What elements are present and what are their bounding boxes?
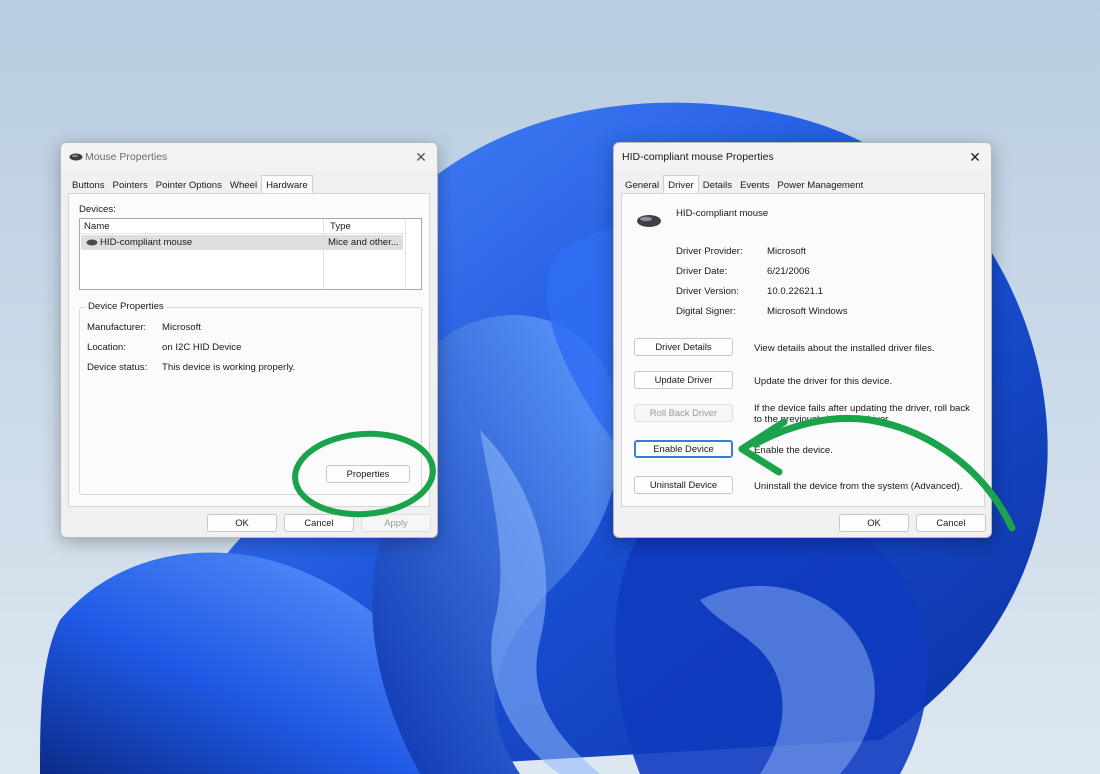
device-type: Mice and other... — [328, 237, 399, 248]
driver-version-value: 10.0.22621.1 — [767, 286, 824, 297]
apply-button[interactable]: Apply — [361, 514, 431, 532]
devices-list[interactable]: Name Type HID-compliant mouse Mice and o… — [79, 218, 422, 290]
digital-signer-value: Microsoft Windows — [767, 306, 848, 317]
device-properties-group: Device Properties Manufacturer: Microsof… — [79, 301, 422, 495]
device-name: HID-compliant mouse — [100, 237, 193, 248]
close-button[interactable]: ✕ — [411, 147, 431, 167]
mouse-dialog-titlebar[interactable]: Mouse Properties ✕ — [61, 143, 437, 171]
list-header: Name Type — [80, 219, 405, 234]
digital-signer-label: Digital Signer: — [676, 306, 736, 317]
devices-label: Devices: — [79, 204, 116, 215]
close-button[interactable]: ✕ — [965, 147, 985, 167]
enable-device-description: Enable the device. — [754, 445, 833, 456]
manufacturer-label: Manufacturer: — [87, 322, 147, 333]
roll-back-description-line2: to the previously installed driver. — [754, 414, 891, 425]
uninstall-device-button[interactable]: Uninstall Device — [634, 476, 733, 494]
column-divider — [323, 219, 324, 289]
dialog-title: Mouse Properties — [85, 151, 168, 163]
mouse-icon — [69, 153, 83, 161]
cancel-button[interactable]: Cancel — [916, 514, 986, 532]
column-type[interactable]: Type — [330, 221, 351, 232]
driver-date-value: 6/21/2006 — [767, 266, 810, 277]
driver-details-description: View details about the installed driver … — [754, 343, 935, 354]
driver-date-label: Driver Date: — [676, 266, 728, 277]
tab-hardware[interactable]: Hardware — [261, 175, 313, 195]
dialog-title: HID-compliant mouse Properties — [622, 151, 774, 163]
driver-provider-label: Driver Provider: — [676, 246, 743, 257]
manufacturer-value: Microsoft — [162, 322, 201, 333]
driver-provider-value: Microsoft — [767, 246, 806, 257]
uninstall-device-description: Uninstall the device from the system (Ad… — [754, 481, 963, 492]
column-name[interactable]: Name — [84, 221, 110, 232]
mouse-properties-dialog: Mouse Properties ✕ Buttons Pointers Poin… — [60, 142, 438, 538]
properties-button[interactable]: Properties — [326, 465, 410, 483]
hid-mouse-properties-dialog: HID-compliant mouse Properties ✕ General… — [613, 142, 992, 538]
cancel-button[interactable]: Cancel — [284, 514, 354, 532]
hid-dialog-titlebar[interactable]: HID-compliant mouse Properties ✕ — [614, 143, 991, 171]
ok-button[interactable]: OK — [839, 514, 909, 532]
mouse-icon — [637, 215, 661, 227]
roll-back-description-line1: If the device fails after updating the d… — [754, 403, 970, 414]
location-value: on I2C HID Device — [162, 342, 242, 353]
device-status-value: This device is working properly. — [162, 362, 296, 373]
device-status-label: Device status: — [87, 362, 148, 373]
ok-button[interactable]: OK — [207, 514, 277, 532]
column-divider — [405, 219, 406, 289]
tab-driver[interactable]: Driver — [663, 175, 699, 195]
driver-details-button[interactable]: Driver Details — [634, 338, 733, 356]
driver-tab-panel: HID-compliant mouse Driver Provider: Mic… — [621, 193, 985, 507]
location-label: Location: — [87, 342, 126, 353]
mouse-icon — [86, 239, 98, 246]
roll-back-driver-button[interactable]: Roll Back Driver — [634, 404, 733, 422]
enable-device-button[interactable]: Enable Device — [634, 440, 733, 458]
hardware-tab-panel: Devices: Name Type HID-compliant mouse M… — [68, 193, 430, 507]
update-driver-description: Update the driver for this device. — [754, 376, 893, 387]
close-icon: ✕ — [969, 149, 981, 165]
device-name: HID-compliant mouse — [676, 208, 769, 219]
update-driver-button[interactable]: Update Driver — [634, 371, 733, 389]
driver-version-label: Driver Version: — [676, 286, 739, 297]
close-icon: ✕ — [415, 149, 427, 165]
group-title: Device Properties — [86, 301, 166, 312]
device-row[interactable]: HID-compliant mouse Mice and other... — [81, 235, 403, 250]
